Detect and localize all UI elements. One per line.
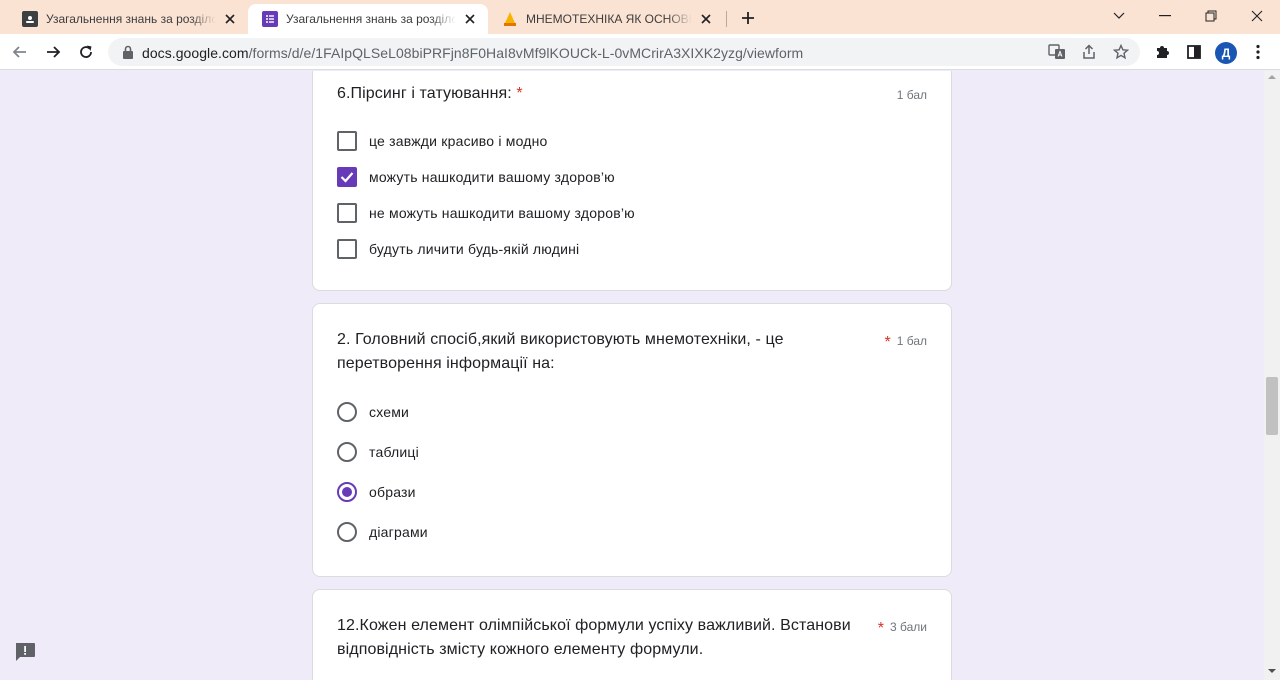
kebab-menu-icon [1256, 44, 1260, 60]
checkbox-option[interactable]: можуть нашкодити вашому здоров’ю [337, 165, 615, 189]
checkbox-option[interactable]: це завжди красиво і модно [337, 129, 548, 153]
form-page: 6.Пірсинг і татуювання: * 1 бал це завжд… [0, 71, 1264, 680]
points-label: * 1 бал [884, 334, 927, 352]
question-card: 2. Головний спосіб,який використовують м… [312, 303, 952, 577]
share-icon[interactable] [1080, 43, 1098, 61]
option-label: це завжди красиво і модно [369, 133, 548, 149]
report-problem-button[interactable] [14, 642, 36, 662]
url-text[interactable]: docs.google.com/forms/d/e/1FAIpQLSeL08bi… [142, 45, 803, 61]
option-label: можуть нашкодити вашому здоров’ю [369, 169, 615, 185]
minimize-icon [1159, 15, 1171, 17]
lock-icon[interactable] [120, 44, 136, 60]
plus-icon [742, 12, 754, 24]
back-button[interactable] [8, 40, 32, 64]
option-label: таблиці [369, 444, 419, 460]
tab-search-button[interactable] [1108, 6, 1130, 26]
option-label: не можуть нашкодити вашому здоров’ю [369, 205, 635, 221]
scroll-up-icon[interactable] [1268, 73, 1276, 81]
checkbox-option[interactable]: не можуть нашкодити вашому здоров’ю [337, 201, 635, 225]
bookmark-star-icon[interactable] [1112, 43, 1130, 61]
checkbox[interactable] [337, 167, 357, 187]
option-label: схеми [369, 404, 410, 420]
question-card: 6.Пірсинг і татуювання: * 1 бал це завжд… [312, 71, 952, 291]
restore-button[interactable] [1200, 6, 1222, 26]
option-label: образи [369, 484, 416, 500]
question-title: 12.Кожен елемент олімпійської формули ус… [337, 617, 851, 658]
restore-icon [1205, 10, 1217, 22]
new-tab-button[interactable] [738, 8, 758, 28]
scrollbar-thumb[interactable] [1266, 377, 1278, 435]
chevron-down-icon [1113, 12, 1125, 19]
profile-avatar[interactable]: Д [1215, 42, 1237, 64]
checkbox[interactable] [337, 203, 357, 223]
arrow-left-icon [12, 46, 26, 58]
translate-icon[interactable] [1048, 43, 1066, 61]
browser-toolbar: docs.google.com/forms/d/e/1FAIpQLSeL08bi… [0, 34, 1280, 70]
radio-button[interactable] [337, 482, 357, 502]
tab-1[interactable]: Узагальнення знань за розділом [8, 4, 248, 34]
radio-button[interactable] [337, 522, 357, 542]
radio-button[interactable] [337, 442, 357, 462]
tab-strip: Узагальнення знань за розділом Узагальне… [0, 0, 1280, 34]
tab-separator [726, 11, 727, 27]
checkbox[interactable] [337, 239, 357, 259]
question-text: 6.Пірсинг і татуювання: [337, 85, 512, 102]
close-icon[interactable] [698, 11, 714, 27]
side-panel-icon [1187, 45, 1201, 59]
option-label: будуть личити будь-якій людині [369, 241, 580, 257]
question-title: 2. Головний спосіб,який використовують м… [337, 331, 784, 372]
url-path: /forms/d/e/1FAIpQLSeL08biPRFjn8F0HaI8vMf… [248, 45, 804, 61]
url-host: docs.google.com [142, 45, 249, 61]
extensions-button[interactable] [1152, 42, 1172, 62]
tab-2[interactable]: Узагальнення знань за розділом [248, 4, 488, 34]
puzzle-icon [1157, 46, 1169, 58]
radio-button[interactable] [337, 402, 357, 422]
close-icon[interactable] [462, 11, 478, 27]
required-mark: * [877, 620, 885, 637]
required-mark: * [516, 85, 523, 102]
menu-button[interactable] [1248, 42, 1268, 62]
radio-dot [342, 487, 352, 497]
address-bar[interactable]: docs.google.com/forms/d/e/1FAIpQLSeL08bi… [108, 38, 1140, 66]
minimize-button[interactable] [1154, 6, 1176, 26]
radio-option[interactable]: діаграми [337, 520, 428, 544]
google-forms-icon [262, 11, 278, 27]
checkbox-option[interactable]: будуть личити будь-якій людині [337, 237, 579, 261]
points-label: 1 бал [896, 88, 927, 102]
checkbox[interactable] [337, 131, 357, 151]
checkmark-icon [340, 172, 354, 183]
feedback-icon [16, 643, 35, 661]
tab-3-title: МНЕМОТЕХНІКА ЯК ОСНОВНИЙ [526, 12, 692, 26]
close-icon[interactable] [222, 11, 238, 27]
points-value: 3 бали [890, 620, 927, 634]
question-card: 12.Кожен елемент олімпійської формули ус… [312, 589, 952, 680]
slides-icon [502, 11, 518, 27]
arrow-right-icon [47, 46, 61, 58]
radio-option[interactable]: таблиці [337, 440, 419, 464]
tab-3[interactable]: МНЕМОТЕХНІКА ЯК ОСНОВНИЙ [488, 4, 724, 34]
classroom-icon [22, 11, 38, 27]
close-window-button[interactable] [1246, 6, 1268, 26]
side-panel-button[interactable] [1184, 42, 1204, 62]
question-title: 6.Пірсинг і татуювання: * [337, 82, 877, 106]
reload-icon [80, 45, 92, 58]
page-scrollbar[interactable] [1264, 71, 1280, 680]
radio-option[interactable]: образи [337, 480, 416, 504]
radio-option[interactable]: схеми [337, 400, 409, 424]
points-value: 1 бал [896, 334, 927, 348]
scroll-down-icon[interactable] [1268, 667, 1276, 675]
forward-button[interactable] [41, 40, 65, 64]
reload-button[interactable] [74, 40, 98, 64]
required-mark: * [884, 334, 891, 351]
points-label: * 3 бали [878, 620, 927, 638]
tab-1-title: Узагальнення знань за розділом [46, 12, 216, 26]
tab-2-title: Узагальнення знань за розділом [286, 12, 456, 26]
option-label: діаграми [369, 524, 428, 540]
close-icon [1251, 10, 1263, 22]
